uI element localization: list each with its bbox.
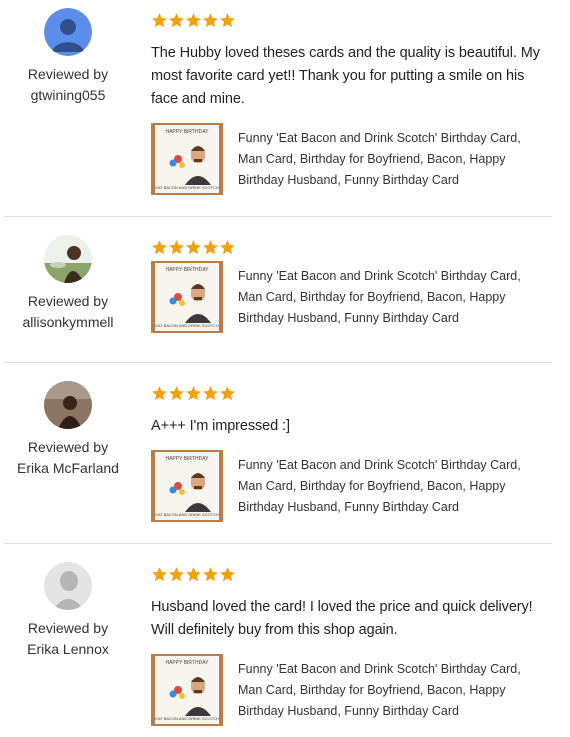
star-rating — [151, 385, 551, 407]
reviewer-info: Reviewed by gtwining055 — [4, 8, 132, 106]
reviewer-avatar[interactable] — [44, 562, 92, 610]
star-icon — [202, 12, 219, 29]
reviewed-by-label: Reviewed by — [27, 439, 109, 455]
reviews-list: Reviewed by gtwining055 The Hubby loved … — [0, 0, 570, 737]
star-icon — [219, 239, 236, 256]
reviewer-info: Reviewed by Erika McFarland — [4, 381, 132, 479]
default-avatar-icon — [44, 8, 92, 56]
review-text: A+++ I'm impressed :] — [151, 418, 290, 434]
star-icon — [202, 566, 219, 583]
star-icon — [202, 239, 219, 256]
item-title-link[interactable]: Funny 'Eat Bacon and Drink Scotch' Birth… — [238, 266, 548, 329]
reviewer-avatar[interactable] — [44, 235, 92, 283]
reviewer-name-link[interactable]: Erika Lennox — [4, 639, 132, 660]
review-item: Reviewed by allisonkymmell HAPPY BIRTHDA… — [4, 217, 552, 363]
star-icon — [168, 566, 185, 583]
review-item: Reviewed by Erika Lennox Husband loved t… — [4, 544, 552, 737]
star-rating — [151, 239, 551, 261]
reviewer-name-link[interactable]: gtwining055 — [4, 85, 132, 106]
card-top-text: HAPPY BIRTHDAY — [165, 267, 209, 273]
star-icon — [151, 239, 168, 256]
star-icon — [168, 12, 185, 29]
star-icon — [185, 12, 202, 29]
star-icon — [168, 239, 185, 256]
review-item: Reviewed by Erika McFarland A+++ I'm imp… — [4, 363, 552, 544]
star-icon — [219, 12, 236, 29]
star-icon — [202, 385, 219, 402]
card-top-text: HAPPY BIRTHDAY — [165, 660, 209, 666]
star-icon — [151, 12, 168, 29]
card-thumbnail[interactable]: HAPPY BIRTHDAY EAT BACON AND DRINK SCOTC… — [151, 123, 223, 195]
card-thumbnail[interactable]: HAPPY BIRTHDAY EAT BACON AND DRINK SCOTC… — [151, 450, 223, 522]
item-title-link[interactable]: Funny 'Eat Bacon and Drink Scotch' Birth… — [238, 128, 548, 191]
review-content: Husband loved the card! I loved the pric… — [151, 566, 551, 730]
review-text: The Hubby loved theses cards and the qua… — [151, 45, 540, 107]
review-content: A+++ I'm impressed :] HAPPY BIRTHDAY EAT… — [151, 385, 551, 526]
star-rating — [151, 566, 551, 588]
card-thumbnail[interactable]: HAPPY BIRTHDAY EAT BACON AND DRINK SCOTC… — [151, 654, 223, 726]
review-content: HAPPY BIRTHDAY EAT BACON AND DRINK SCOTC… — [151, 239, 551, 337]
item-title-link[interactable]: Funny 'Eat Bacon and Drink Scotch' Birth… — [238, 659, 548, 722]
star-icon — [219, 566, 236, 583]
reviewed-by-label: Reviewed by — [27, 293, 109, 309]
star-icon — [185, 385, 202, 402]
star-icon — [151, 385, 168, 402]
card-bottom-text: EAT BACON AND DRINK SCOTCH — [155, 512, 219, 517]
star-icon — [219, 385, 236, 402]
purchased-item[interactable]: HAPPY BIRTHDAY EAT BACON AND DRINK SCOTC… — [151, 654, 551, 730]
reviewer-avatar[interactable] — [44, 381, 92, 429]
reviewed-by-label: Reviewed by — [27, 620, 109, 636]
star-icon — [185, 566, 202, 583]
purchased-item[interactable]: HAPPY BIRTHDAY EAT BACON AND DRINK SCOTC… — [151, 261, 551, 337]
star-icon — [185, 239, 202, 256]
star-icon — [151, 566, 168, 583]
reviewer-info: Reviewed by allisonkymmell — [4, 235, 132, 333]
purchased-item[interactable]: HAPPY BIRTHDAY EAT BACON AND DRINK SCOTC… — [151, 450, 551, 526]
silhouette-avatar-icon — [44, 562, 92, 610]
purchased-item[interactable]: HAPPY BIRTHDAY EAT BACON AND DRINK SCOTC… — [151, 123, 551, 199]
item-title-link[interactable]: Funny 'Eat Bacon and Drink Scotch' Birth… — [238, 455, 548, 518]
card-bottom-text: EAT BACON AND DRINK SCOTCH — [155, 716, 219, 721]
card-bottom-text: EAT BACON AND DRINK SCOTCH — [155, 185, 219, 190]
reviewed-by-label: Reviewed by — [27, 66, 109, 82]
card-top-text: HAPPY BIRTHDAY — [165, 456, 209, 462]
photo-avatar-icon — [44, 235, 92, 283]
review-content: The Hubby loved theses cards and the qua… — [151, 12, 551, 199]
reviewer-name-link[interactable]: allisonkymmell — [4, 312, 132, 333]
photo-avatar-icon — [44, 381, 92, 429]
reviewer-avatar[interactable] — [44, 8, 92, 56]
card-bottom-text: EAT BACON AND DRINK SCOTCH — [155, 323, 219, 328]
star-rating — [151, 12, 551, 34]
reviewer-info: Reviewed by Erika Lennox — [4, 562, 132, 660]
card-thumbnail[interactable]: HAPPY BIRTHDAY EAT BACON AND DRINK SCOTC… — [151, 261, 223, 333]
star-icon — [168, 385, 185, 402]
reviewer-name-link[interactable]: Erika McFarland — [4, 458, 132, 479]
review-text: Husband loved the card! I loved the pric… — [151, 599, 533, 638]
review-item: Reviewed by gtwining055 The Hubby loved … — [4, 0, 552, 217]
card-top-text: HAPPY BIRTHDAY — [165, 129, 209, 135]
